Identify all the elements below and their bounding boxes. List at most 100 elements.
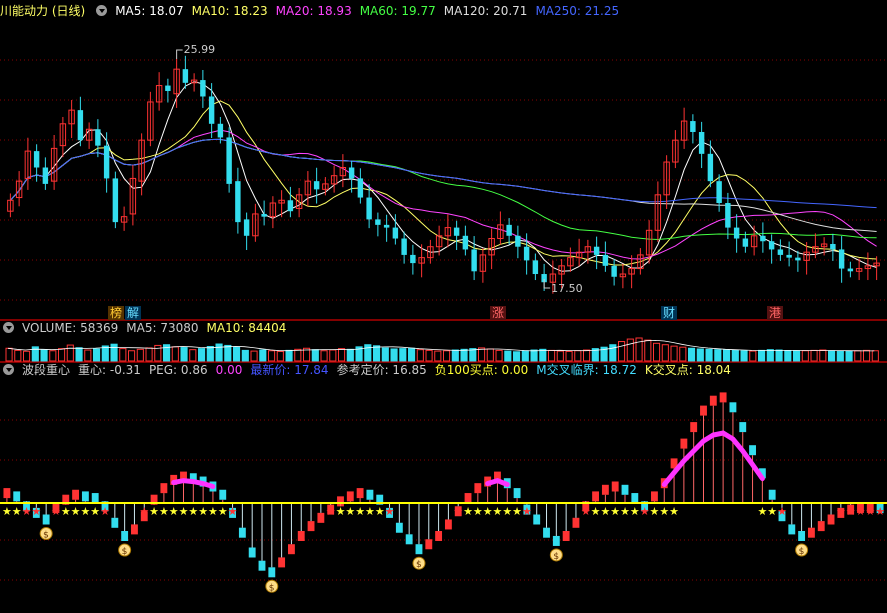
volume-bar — [311, 349, 319, 362]
volume-bar — [530, 349, 538, 362]
volume-bar — [556, 350, 564, 362]
star-icon: ★ — [865, 505, 875, 518]
candle-body — [112, 178, 119, 223]
volume-bar — [416, 349, 424, 362]
dropdown-arrow-icon[interactable] — [96, 5, 108, 16]
indicator-block — [160, 483, 168, 494]
indicator-block — [611, 481, 619, 492]
indicator-block — [474, 483, 482, 494]
indicator-block — [13, 491, 21, 502]
volume-bar — [626, 338, 634, 362]
volume-label: MA10: 84404 — [206, 321, 287, 335]
indicator-block — [631, 493, 639, 504]
candle-body — [523, 246, 530, 261]
ma-label: MA250: 21.25 — [535, 4, 620, 18]
star-icon: ★ — [326, 505, 336, 518]
indicator-label: 参考定价: 16.85 — [336, 363, 427, 377]
indicator-block — [552, 535, 560, 546]
star-icon: ★ — [502, 505, 512, 518]
dropdown-arrow-icon[interactable] — [3, 322, 14, 333]
volume-bar — [565, 350, 573, 362]
candle-body — [733, 227, 740, 239]
candle-body — [375, 219, 381, 225]
star-icon: ★ — [385, 505, 395, 518]
indicator-label: PEG: 0.86 — [148, 363, 208, 377]
volume-bar — [688, 347, 696, 362]
indicator-label: 负100买点: 0.00 — [434, 363, 529, 377]
volume-bar — [478, 347, 486, 362]
indicator-block — [317, 512, 325, 523]
volume-bar — [75, 347, 83, 362]
volume-bar — [285, 349, 293, 362]
indicator-block — [651, 491, 658, 502]
indicator-block — [592, 491, 600, 502]
event-mark-jie[interactable]: 解 — [125, 306, 142, 320]
volume-bar — [731, 349, 739, 362]
candle-body — [532, 260, 539, 275]
volume-bar — [14, 349, 22, 362]
star-icon: ★ — [610, 505, 620, 518]
event-mark-zhang[interactable]: 涨 — [490, 306, 507, 320]
indicator-block — [366, 489, 374, 500]
star-icon: ★ — [12, 505, 22, 518]
candle-body — [348, 167, 355, 179]
volume-bar — [539, 348, 547, 362]
volume-bar — [521, 350, 529, 362]
candle-body — [847, 268, 854, 272]
event-mark-text: 榜 — [110, 306, 123, 320]
volume-bar — [346, 348, 354, 362]
volume-bar — [775, 349, 783, 362]
volume-bar — [758, 349, 766, 362]
star-icon: ★ — [179, 505, 189, 518]
volume-bar — [618, 341, 626, 362]
indicator-panel-legend: 波段重心 重心: -0.31 PEG: 0.86 0.00 最新价: 17.84 参考定价… — [0, 362, 747, 378]
star-icon: ★ — [61, 505, 71, 518]
candle-body — [830, 243, 836, 250]
event-mark-cai[interactable]: 财 — [661, 306, 678, 320]
indicator-block — [572, 517, 580, 528]
candle-body — [226, 137, 232, 184]
star-icon: ★ — [777, 505, 787, 518]
indicator-label: 0.00 — [215, 363, 243, 377]
dropdown-arrow-icon[interactable] — [3, 364, 14, 375]
candle-body — [217, 123, 224, 138]
volume-bar — [548, 349, 556, 362]
volume-bar — [128, 350, 136, 362]
indicator-block — [258, 560, 266, 571]
ma-label: MA20: 18.93 — [275, 4, 352, 18]
indicator-block — [709, 395, 717, 406]
volume-bar — [425, 349, 433, 362]
candle-body — [410, 254, 416, 264]
volume-bar — [810, 349, 818, 362]
indicator-block — [356, 488, 364, 499]
star-icon: ★ — [208, 505, 218, 518]
event-mark-text: 涨 — [492, 306, 505, 320]
indicator-label: K交叉点: 18.04 — [644, 363, 731, 377]
indicator-block — [690, 422, 698, 433]
ma-line — [10, 138, 877, 209]
star-icon: ★ — [218, 505, 228, 518]
indicator-block — [3, 488, 11, 499]
event-mark-bang[interactable]: 榜 — [108, 306, 125, 320]
indicator-block — [278, 557, 286, 568]
volume-bar — [180, 347, 188, 362]
indicator-block — [425, 539, 433, 550]
money-bag-symbol: $ — [122, 547, 128, 557]
star-icon: ★ — [90, 505, 100, 518]
candle-body — [742, 238, 749, 247]
main-title: 川能动力 (日线) — [0, 4, 86, 18]
indicator-block — [435, 531, 443, 541]
indicator-block — [91, 493, 99, 504]
candle-body — [200, 80, 206, 97]
star-icon: ★ — [483, 505, 493, 518]
indicator-block — [248, 547, 256, 558]
star-icon: ★ — [51, 505, 61, 518]
volume-bar — [609, 344, 617, 362]
volume-bar — [101, 345, 109, 362]
candle-body — [313, 181, 320, 190]
event-mark-gang[interactable]: 港 — [767, 306, 784, 320]
volume-bar — [723, 349, 731, 362]
candle-body — [838, 249, 845, 269]
volume-bar — [364, 344, 372, 362]
indicator-block — [513, 488, 521, 499]
